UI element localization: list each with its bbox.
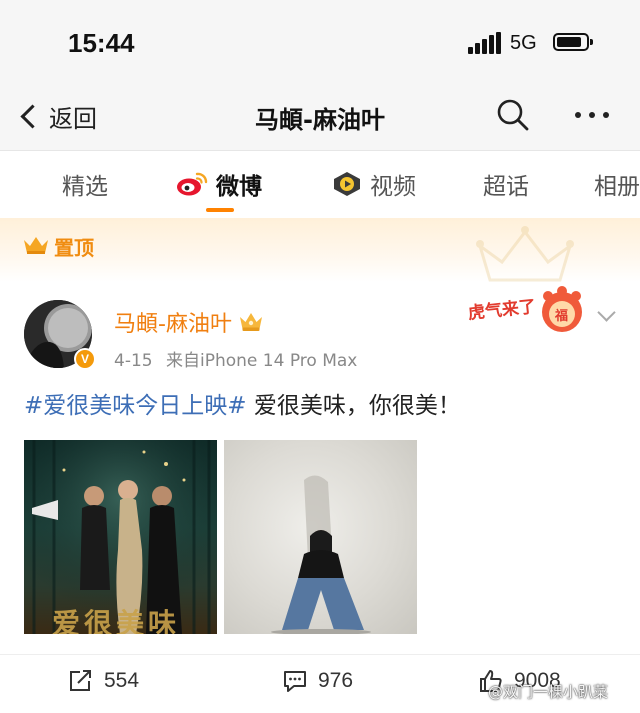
repost-button[interactable]: 554 <box>68 669 139 693</box>
status-bar: 15:44 5G <box>0 0 640 84</box>
more-icon[interactable] <box>572 98 612 132</box>
status-time: 15:44 <box>68 28 135 58</box>
post-date: 4-15 <box>114 351 153 371</box>
post-actions: 554 976 9008 @双门一棵小趴菜 <box>0 654 640 713</box>
tab-label: 精选 <box>62 174 108 200</box>
sticker-icon-text: 福 <box>554 308 568 324</box>
search-icon[interactable] <box>496 98 530 132</box>
verified-badge: V <box>74 348 96 370</box>
tiger-sticker[interactable]: 虎气来了 福 <box>466 286 590 336</box>
back-label: 返回 <box>49 104 97 133</box>
post-body: 爱很美味，你很美！ <box>246 393 461 419</box>
hashtag-link[interactable]: #爱很美味今日上映# <box>24 393 247 419</box>
post-meta: 4-15 来自iPhone 14 Pro Max <box>114 346 357 371</box>
tab-bar: 精选 微博 视频 超话 相册 <box>0 151 640 217</box>
repost-icon <box>70 670 91 691</box>
tab-label: 微博 <box>216 174 262 200</box>
sticker-text: 虎气来了 <box>467 296 537 324</box>
chevron-left-icon <box>20 103 45 129</box>
nav-bar: 返回 马頔-麻油叶 <box>0 84 640 151</box>
like-button[interactable]: 9008 <box>478 669 561 693</box>
comment-button[interactable]: 976 <box>282 669 353 693</box>
network-type: 5G <box>510 32 537 54</box>
chevron-down-icon[interactable] <box>598 306 614 322</box>
active-tab-indicator <box>206 208 234 212</box>
post-image-poster[interactable]: 爱很美味 <box>24 440 217 634</box>
tab-label: 超话 <box>483 174 529 200</box>
comment-count: 976 <box>318 669 354 692</box>
pinned-label: 置顶 <box>54 236 94 260</box>
author-row: 马頔-麻油叶 <box>114 306 264 338</box>
battery-icon <box>553 33 593 51</box>
tab-album[interactable]: 相册 <box>594 151 640 217</box>
weibo-logo-icon <box>176 171 208 197</box>
pinned-banner: 置顶 <box>0 218 640 282</box>
post-card: V 马頔-麻油叶 4-15 来自iPhone 14 Pro Max 虎气来了 福… <box>0 282 640 712</box>
thumbs-up-icon <box>480 670 502 692</box>
crown-icon <box>24 237 48 254</box>
post-text: #爱很美味今日上映# 爱很美味，你很美！ <box>24 390 624 422</box>
poster-title: 爱很美味 <box>52 607 181 634</box>
like-count: 9008 <box>514 669 561 692</box>
tab-super-topic[interactable]: 超话 <box>483 151 529 217</box>
comment-icon <box>284 671 306 692</box>
tab-label: 视频 <box>370 174 416 200</box>
post-image-photo[interactable] <box>224 440 417 634</box>
video-logo-icon <box>332 171 362 197</box>
tab-featured[interactable]: 精选 <box>62 151 108 217</box>
back-button[interactable]: 返回 <box>18 98 97 134</box>
signal-icon <box>468 32 502 54</box>
post-source: 来自iPhone 14 Pro Max <box>166 351 358 371</box>
repost-count: 554 <box>104 669 140 692</box>
crown-badge-icon <box>238 311 264 333</box>
author-name[interactable]: 马頔-麻油叶 <box>114 306 232 338</box>
crown-decoration-icon <box>476 226 574 282</box>
tab-label: 相册 <box>594 174 640 200</box>
tab-video[interactable]: 视频 <box>332 151 416 217</box>
